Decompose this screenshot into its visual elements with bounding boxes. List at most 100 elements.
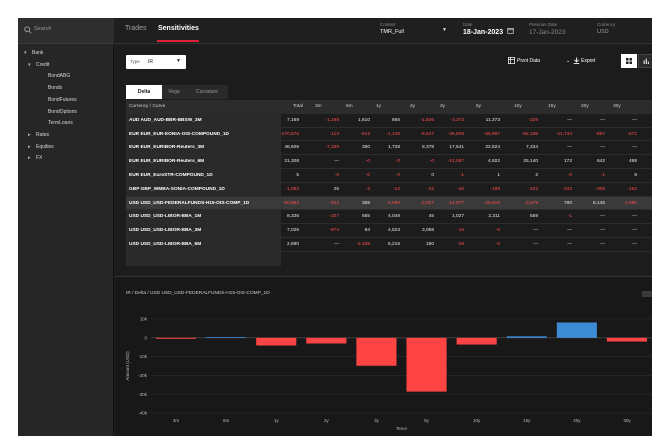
delta-bar-chart: 10k 0 -10k -20k -30k -40k 3m 6m 1y 2y 3y 5y 10y 15y 20… [125, 317, 652, 431]
value-cell: 8,378 [421, 145, 434, 151]
value-cell: 390 [361, 145, 370, 151]
sidebar-item-termloans[interactable]: TermLoans [18, 117, 114, 129]
value-cell: 2,690 [286, 242, 299, 247]
value-cell: -2,488 [356, 242, 370, 247]
value-cell: 1,728 [387, 145, 400, 151]
chevron-right-icon[interactable]: ▸ [28, 129, 31, 141]
chevron-right-icon[interactable]: ▸ [28, 152, 31, 164]
sidebar-item-rates[interactable]: ▸ Rates [18, 129, 114, 141]
tab-vega[interactable]: Vega [162, 85, 186, 99]
value-cell: -56,867 [483, 131, 500, 137]
type-dropdown[interactable]: Type IR ▼ [126, 55, 186, 69]
chevron-down-icon: ▼ [176, 58, 181, 64]
column-header[interactable]: 5y [476, 100, 494, 114]
bar [556, 322, 597, 338]
table-row[interactable]: USD USD_USD-LIBOR-BBA_6M 2,690 — -2,488 5,21… [126, 238, 652, 252]
table-row[interactable]: EUR EUR_EURIBOR-Reuters_6M 21,308 — -0 -0 -0 -… [126, 155, 652, 169]
chart-view-button[interactable] [638, 54, 652, 68]
value-cell: — [632, 117, 637, 123]
y-tick-label: -30k [138, 392, 148, 397]
sidebar-item-bank[interactable]: ▾ Bank [18, 47, 114, 59]
search-box[interactable]: Search [18, 18, 114, 44]
column-header[interactable]: 30y [613, 100, 631, 114]
column-header[interactable]: 15y [548, 100, 566, 114]
value-cell: 365 [361, 200, 370, 206]
y-tick-label: -20k [138, 373, 148, 378]
column-header[interactable]: 6m [346, 100, 364, 114]
value-cell: 22,824 [485, 145, 500, 151]
value-cell: -1 [567, 214, 572, 220]
curve-name-cell: EUR EUR_EUR-EONIA-OIS-COMPOUND_1D [129, 131, 229, 137]
value-cell: 21,308 [284, 159, 299, 165]
curve-name-cell: AUD AUD_AUD-BBR-BBSW_3M [129, 117, 202, 123]
previous-date-picker[interactable]: Previous Date 17-Jan-2023 [529, 22, 566, 36]
type-label: Type [130, 59, 140, 64]
sidebar-item-bonds[interactable]: Bonds [18, 82, 114, 94]
value-cell: -0 [495, 228, 500, 234]
table-row[interactable]: AUD AUD_AUD-BBR-BBSW_3M 7,169 -1,189 1,610 6… [126, 114, 652, 128]
chevron-down-icon[interactable]: ⌄ [566, 58, 570, 64]
table-row[interactable]: USD USD_USD-FEDERALFUNDS-H15-OIS-COMP_1D… [126, 196, 652, 211]
value-cell: -309 [595, 186, 605, 192]
tab-delta[interactable]: Delta [126, 85, 162, 99]
chevron-down-icon[interactable]: ▾ [24, 47, 27, 59]
curve-name-cell: USD USD_USD-FEDERALFUNDS-H15-OIS-COMP_1D [129, 200, 250, 206]
value-cell: 190 [425, 242, 434, 247]
tab-trades[interactable]: Trades [125, 25, 147, 32]
tab-sensitivities[interactable]: Sensitivities [158, 25, 199, 32]
app-window: Search ▾ Bank ▾ Credit BondABG Bonds BondFutur… [18, 18, 652, 436]
column-header[interactable]: 10y [514, 100, 532, 114]
sidebar-item-bondabg[interactable]: BondABG [18, 70, 114, 82]
table-row[interactable]: USD USD_USD-LIBOR-BBA_3M 7,026 -874 84 4,523… [126, 224, 652, 238]
table-row[interactable]: GBP GBP_WMBA-SONIA-COMPOUND_1D -1,083 26 -4… [126, 183, 652, 197]
date-picker[interactable]: Date 18-Jan-2023 [463, 22, 503, 36]
sidebar-item-label: FX [36, 155, 43, 162]
chevron-down-icon[interactable]: ▼ [442, 27, 447, 33]
sidebar-item-fx[interactable]: ▸ FX [18, 152, 114, 164]
pivot-data-button[interactable]: Pivot Data [517, 58, 540, 64]
sidebar-item-equities[interactable]: ▸ Equities [18, 141, 114, 153]
column-header[interactable]: 1y [376, 100, 394, 114]
value-cell: — [632, 228, 637, 234]
currency-selector[interactable]: Currency USD [597, 22, 615, 35]
grid-view-button[interactable] [621, 54, 637, 68]
value-cell: -229 [528, 117, 538, 123]
sidebar-item-bondfutures[interactable]: BondFutures [18, 94, 114, 106]
search-input[interactable]: Search [34, 26, 51, 32]
pivot-icon[interactable] [508, 57, 515, 64]
bar [256, 337, 297, 346]
table-row[interactable]: USD USD_USD-LIBOR-BBA_1M 8,326 -227 565 4,04… [126, 210, 652, 225]
value-cell: -1,146 [386, 131, 400, 137]
value-cell: 4,048 [387, 214, 400, 220]
chevron-right-icon[interactable]: ▸ [28, 141, 31, 153]
table-row[interactable]: EUR EUR_EuroSTR-COMPOUND_1D 5 -0 -0 -0 0 -1 1 2 -… [126, 169, 652, 183]
sidebar-item-label: BondFutures [48, 96, 77, 103]
column-header[interactable]: 3m [315, 100, 333, 114]
calendar-icon[interactable] [507, 27, 514, 34]
table-row[interactable]: EUR EUR_EUR-EONIA-OIS-COMPOUND_1D -170,87… [126, 128, 652, 142]
chevron-down-icon[interactable]: ▾ [28, 59, 31, 71]
download-icon[interactable] [573, 57, 580, 64]
column-header[interactable]: Total [277, 100, 303, 114]
column-header[interactable]: 3y [440, 100, 458, 114]
column-header[interactable]: 20y [581, 100, 599, 114]
value-cell: -12,067 [447, 159, 464, 165]
value-cell: 498 [628, 159, 637, 165]
value-cell: 665 [391, 117, 400, 123]
tab-curvature[interactable]: Curvature [186, 85, 228, 99]
table-row[interactable]: EUR EUR_EURIBOR-Reuters_3M 48,606 -7,269 39… [126, 141, 652, 156]
sidebar-item-credit[interactable]: ▾ Credit [18, 59, 114, 71]
value-cell: — [334, 242, 339, 247]
value-cell: -189 [490, 186, 500, 192]
value-cell: 2 [535, 173, 538, 178]
context-selector[interactable]: Context TMR_Full [380, 22, 404, 35]
value-cell: -0 [495, 242, 500, 247]
value-cell: -0 [365, 173, 370, 178]
value-cell: -1,083 [285, 186, 299, 192]
column-header[interactable]: Currency / Curve [129, 100, 277, 114]
export-button[interactable]: Export [581, 58, 595, 64]
sidebar-item-bondoptions[interactable]: BondOptions [18, 106, 114, 118]
active-tab-indicator [157, 40, 199, 42]
column-header[interactable]: 2y [410, 100, 428, 114]
value-cell: -0 [429, 159, 434, 165]
